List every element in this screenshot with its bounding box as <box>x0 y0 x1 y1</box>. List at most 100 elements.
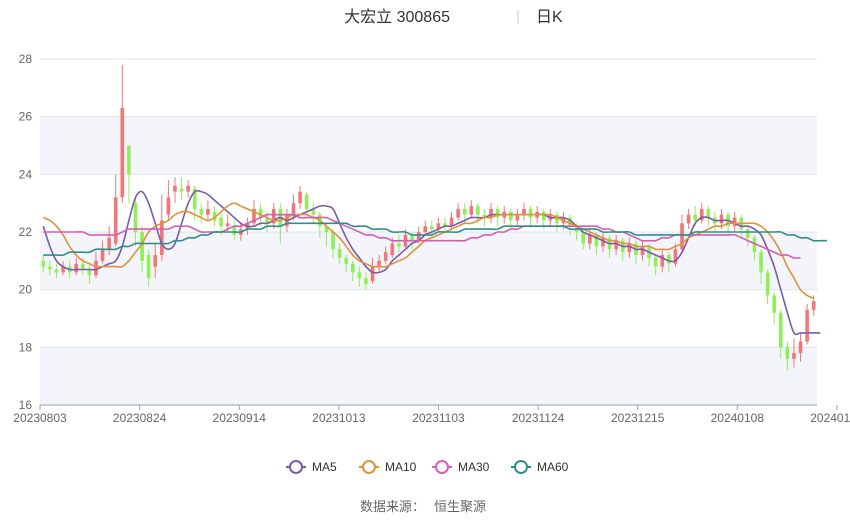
candle-body <box>508 211 513 221</box>
candle-body <box>640 246 645 256</box>
candle <box>805 304 809 345</box>
candle <box>469 200 474 218</box>
candle <box>515 208 520 227</box>
candle-body <box>74 263 79 273</box>
candle-body <box>469 206 474 215</box>
legend: MA5 MA10 MA30 MA60 <box>286 460 569 474</box>
x-tick-label: 20231103 <box>412 411 465 425</box>
candle-body <box>120 108 125 198</box>
candle <box>206 200 210 221</box>
candle <box>713 211 717 232</box>
candle-body <box>54 269 59 273</box>
candle <box>699 203 704 224</box>
legend-item-ma5[interactable]: MA5 <box>286 460 337 474</box>
candle-body <box>581 232 586 244</box>
candle <box>528 206 533 227</box>
candle-body <box>225 223 230 227</box>
candle-body <box>166 197 171 215</box>
candle-body <box>153 255 158 267</box>
x-tick-label: 20230803 <box>13 411 67 425</box>
y-tick-label: 16 <box>19 398 33 412</box>
candle-body <box>160 220 164 256</box>
candle <box>179 177 184 201</box>
candle-body <box>133 203 138 232</box>
x-axis: 20230803 20230824 20230914 20231013 20231103… <box>13 404 850 425</box>
x-tick-label: 20231215 <box>611 411 665 425</box>
candle-body <box>462 208 467 215</box>
candle-body <box>80 263 85 270</box>
candle <box>271 203 276 230</box>
candle-body <box>785 347 790 359</box>
candle <box>765 269 770 305</box>
candle <box>489 203 493 224</box>
x-tick-label: 20231013 <box>312 411 366 425</box>
candle-body <box>792 353 796 359</box>
candle-body <box>331 232 335 250</box>
candle-body <box>383 252 388 261</box>
candle-body <box>344 257 349 264</box>
candle <box>772 292 777 325</box>
candle <box>706 206 711 227</box>
candle-body <box>107 237 111 250</box>
candle-body <box>693 214 697 221</box>
x-tick-label: 20231124 <box>512 411 565 425</box>
candle-body <box>489 208 493 218</box>
candle <box>686 208 691 230</box>
candle-body <box>337 249 342 258</box>
candle-body <box>680 223 684 250</box>
legend-marker <box>514 460 528 474</box>
candle-body <box>667 255 671 264</box>
candle-body <box>555 214 559 224</box>
y-tick-label: 20 <box>19 283 33 297</box>
legend-marker <box>435 460 449 474</box>
x-tick-label: 20240126 <box>810 411 850 425</box>
y-tick-label: 28 <box>19 52 33 66</box>
legend-item-ma60[interactable]: MA60 <box>511 460 569 474</box>
candle-body <box>528 208 533 218</box>
candle-body <box>350 263 355 273</box>
candle-body <box>456 208 460 218</box>
candle <box>173 177 177 204</box>
legend-label: MA30 <box>458 460 490 474</box>
candle-body <box>357 272 362 279</box>
candle-body <box>127 145 131 175</box>
chart-svg: 大宏立 300865 日K 16182022242628 20230803 202… <box>13 8 850 514</box>
candle-body <box>772 295 777 313</box>
legend-item-ma10[interactable]: MA10 <box>359 460 417 474</box>
candle-body <box>759 252 763 273</box>
y-axis: 16 18 20 22 24 26 28 <box>19 52 33 412</box>
candle-body <box>186 185 190 192</box>
candle-body <box>199 208 204 215</box>
legend-label: MA60 <box>537 460 569 474</box>
candle-body <box>765 272 770 296</box>
candle-body <box>113 197 118 244</box>
candlestick-series <box>41 64 816 371</box>
legend-item-ma30[interactable]: MA30 <box>432 460 490 474</box>
candle-body <box>476 206 480 215</box>
candle-body <box>364 278 368 284</box>
candle-body <box>232 226 237 235</box>
grid-band <box>40 116 817 175</box>
candle-body <box>811 301 816 310</box>
candle <box>120 64 125 204</box>
y-tick-label: 26 <box>19 110 33 124</box>
candle-body <box>429 226 434 230</box>
grid-band <box>40 347 817 405</box>
candle-body <box>173 185 177 192</box>
candle-body <box>304 194 309 209</box>
candle-body <box>449 217 454 227</box>
candle <box>252 200 256 227</box>
candle-body <box>746 229 750 238</box>
candle-body <box>370 266 375 282</box>
candle <box>555 211 559 232</box>
candle <box>443 217 447 232</box>
candle <box>186 180 190 198</box>
candle-body <box>719 214 724 224</box>
candle-body <box>206 208 210 215</box>
y-tick-label: 22 <box>19 225 33 239</box>
candle-body <box>397 243 401 247</box>
candle-body <box>423 226 428 232</box>
candle-body <box>495 208 500 218</box>
candle-body <box>146 255 151 279</box>
candle-body <box>778 312 783 348</box>
